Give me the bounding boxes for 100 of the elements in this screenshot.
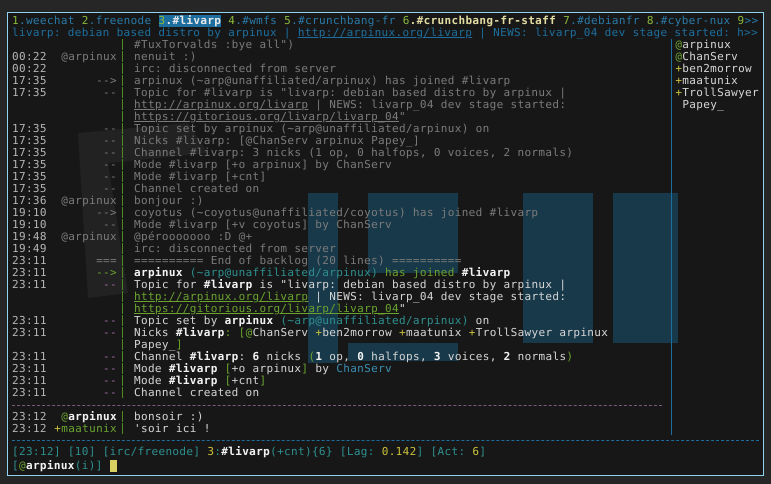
chat-message: Mode #livarp [+v coyotus] by ChanServ	[134, 219, 392, 231]
text-cursor	[110, 460, 117, 472]
line-prefix: @arpinux	[60, 51, 117, 63]
status-item: 3:#livarp(+cnt){6}	[207, 446, 333, 458]
line-prefix: --	[102, 171, 117, 183]
link[interactable]: https://gitorious.org/livarp/livarp_04	[134, 302, 399, 315]
timestamp: 17:35	[12, 123, 47, 135]
input-prompt: [@arpinux(i)]	[12, 460, 103, 472]
timestamp: 23:11	[12, 315, 47, 327]
channel-tab[interactable]: 3.#livarp	[158, 15, 222, 27]
chat-message: @pérooooooo :D @+	[134, 231, 253, 243]
chat-message: nenuit :)	[134, 51, 197, 63]
line-prefix: @arpinux	[60, 231, 117, 243]
chat-message: Channel #livarp: 6 nicks (1 op, 0 halfops, 3 voices, 2 normals)	[134, 351, 574, 363]
line-prefix: +maatunix	[53, 423, 117, 435]
timestamp: 19:10	[12, 219, 47, 231]
status-item: [Act: 6]	[430, 446, 486, 458]
line-prefix: --	[102, 375, 117, 387]
chat-message: https://gitorious.org/livarp/livarp_04"	[134, 303, 406, 315]
line-prefix: --	[102, 327, 117, 339]
line-prefix: --	[102, 219, 117, 231]
channel-tab[interactable]: 8.#cyber-nux	[646, 15, 731, 27]
chat-message: arpinux (~arp@unaffiliated/arpinux) has joined #livarp	[134, 267, 511, 279]
chat-message: coyotus (~coyotus@unaffiliated/coyotus) has joined #livarp	[134, 207, 538, 219]
status-item: [irc/freenode]	[102, 446, 200, 458]
chat-message: http://arpinux.org/livarp | NEWS: livarp_04 dev stage started:	[134, 99, 566, 111]
channel-tab[interactable]: 7.#debianfr	[563, 15, 640, 27]
timestamp: 23:11	[12, 267, 47, 279]
timestamp: 00:22	[12, 63, 47, 75]
line-prefix: @arpinux	[60, 195, 117, 207]
chat-message: Mode #livarp [+o arpinux] by ChanServ	[134, 159, 392, 171]
chat-message: http://arpinux.org/livarp | NEWS: livarp_04 dev stage started:	[134, 291, 566, 303]
chat-message: irc: disconnected from server	[134, 243, 336, 255]
chat-message: #TuxTorvalds :bye all")	[134, 39, 294, 51]
channel-tab[interactable]: 1.weechat	[12, 15, 75, 27]
chat-message: arpinux (~arp@unaffiliated/arpinux) has joined #livarp	[134, 75, 511, 87]
timestamp: 17:35	[12, 75, 47, 87]
timestamp: 17:36	[12, 195, 47, 207]
channel-tab[interactable]: 6.#crunchbang-fr-staff	[402, 15, 556, 27]
chat-message: bonjour :)	[134, 195, 204, 207]
link[interactable]: http://arpinux.org/livarp	[134, 98, 308, 111]
link[interactable]: https://gitorious.org/livarp/livarp_04	[134, 110, 399, 123]
chat-message: 'soir ici !	[134, 423, 211, 435]
chat-message: Mode #livarp [+o arpinux] by ChanServ	[134, 363, 392, 375]
chat-message: Mode #livarp [+cnt]	[134, 375, 267, 387]
nick-entry[interactable]: +ben2morrow	[675, 63, 759, 75]
timestamp: 17:35	[12, 135, 47, 147]
timestamp: 23:11	[12, 327, 47, 339]
chat-message: bonsoir :)	[134, 411, 204, 423]
line-prefix: -->	[96, 207, 117, 219]
chat-message: Mode #livarp [+cnt]	[134, 171, 266, 183]
line-prefix: @arpinux	[60, 411, 117, 423]
line-prefix: --	[102, 123, 117, 135]
chat-message: Papey_]	[134, 339, 183, 351]
line-prefix: --	[102, 351, 117, 363]
timestamp: 19:48	[12, 231, 47, 243]
nick-entry[interactable]: @arpinux	[675, 39, 759, 51]
chat-message: Channel #livarp: 3 nicks (1 op, 0 halfops, 0 voices, 2 normals)	[134, 147, 574, 159]
chat-message: Topic for #livarp is "livarp: debian based distro by arpinux |	[134, 279, 566, 291]
channel-tab[interactable]: 2.freenode	[82, 15, 152, 27]
chat-message: Nicks #livarp: [@ChanServ arpinux Papey_]	[134, 135, 420, 147]
link[interactable]: http://arpinux.org/livarp	[134, 290, 308, 303]
channel-tab[interactable]: 5.#crunchbang-fr	[284, 15, 396, 27]
status-item: [10]	[68, 446, 96, 458]
timestamp: 19:10	[12, 207, 47, 219]
nick-entry[interactable]: Papey_	[675, 99, 759, 111]
line-prefix: -->	[95, 75, 117, 87]
channel-tab[interactable]: 9>>	[738, 15, 758, 27]
status-item: [23:12]	[12, 446, 61, 458]
nick-entry[interactable]: @ChanServ	[675, 51, 759, 63]
line-prefix: -->	[95, 267, 117, 279]
nick-entry[interactable]: +maatunix	[675, 75, 759, 87]
chat-message: https://gitorious.org/livarp/livarp_04"	[134, 111, 406, 123]
chat-message: Topic set by arpinux (~arp@unaffiliated/arpinux) on	[134, 315, 490, 327]
timestamp: 17:35	[12, 171, 47, 183]
line-prefix: --	[102, 363, 117, 375]
line-prefix: --	[102, 135, 117, 147]
line-prefix: --	[102, 315, 117, 327]
timestamp: 23:11	[12, 279, 47, 291]
channel-tab[interactable]: 4.#wmfs	[228, 15, 278, 27]
timestamp: 17:35	[12, 159, 47, 171]
nick-entry[interactable]: +TrollSawyer	[675, 87, 759, 99]
chat-message: Nicks #livarp: [@ChanServ +ben2morrow +maatunix +TrollSawyer arpinux	[134, 327, 608, 339]
line-prefix: --	[102, 183, 117, 195]
timestamp: 17:35	[12, 87, 47, 99]
timestamp: 17:35	[12, 147, 47, 159]
timestamp: 23:11	[12, 351, 47, 363]
chat-message: Topic set by arpinux (~arp@unaffiliated/arpinux) on	[134, 123, 490, 135]
status-item: [Lag: 0.142]	[340, 446, 424, 458]
line-prefix: ===	[95, 255, 117, 267]
chat-message: ========== End of backlog (20 lines) ==========	[134, 255, 462, 267]
timestamp: 23:12	[12, 423, 47, 435]
line-prefix: --	[102, 279, 117, 291]
timestamp: 19:49	[12, 243, 47, 255]
timestamp: 00:22	[12, 51, 47, 63]
chat-message: Channel created on	[134, 183, 260, 195]
channel-topic: livarp: debian based distro by arpinux | http://arpinux.org/livarp | NEWS: livarp_04 dev stage started: h>>	[12, 27, 759, 39]
line-prefix: --	[102, 159, 117, 171]
chat-message: Topic for #livarp is "livarp: debian based distro by arpinux |	[134, 87, 566, 99]
chat-message: irc: disconnected from server	[134, 63, 336, 75]
